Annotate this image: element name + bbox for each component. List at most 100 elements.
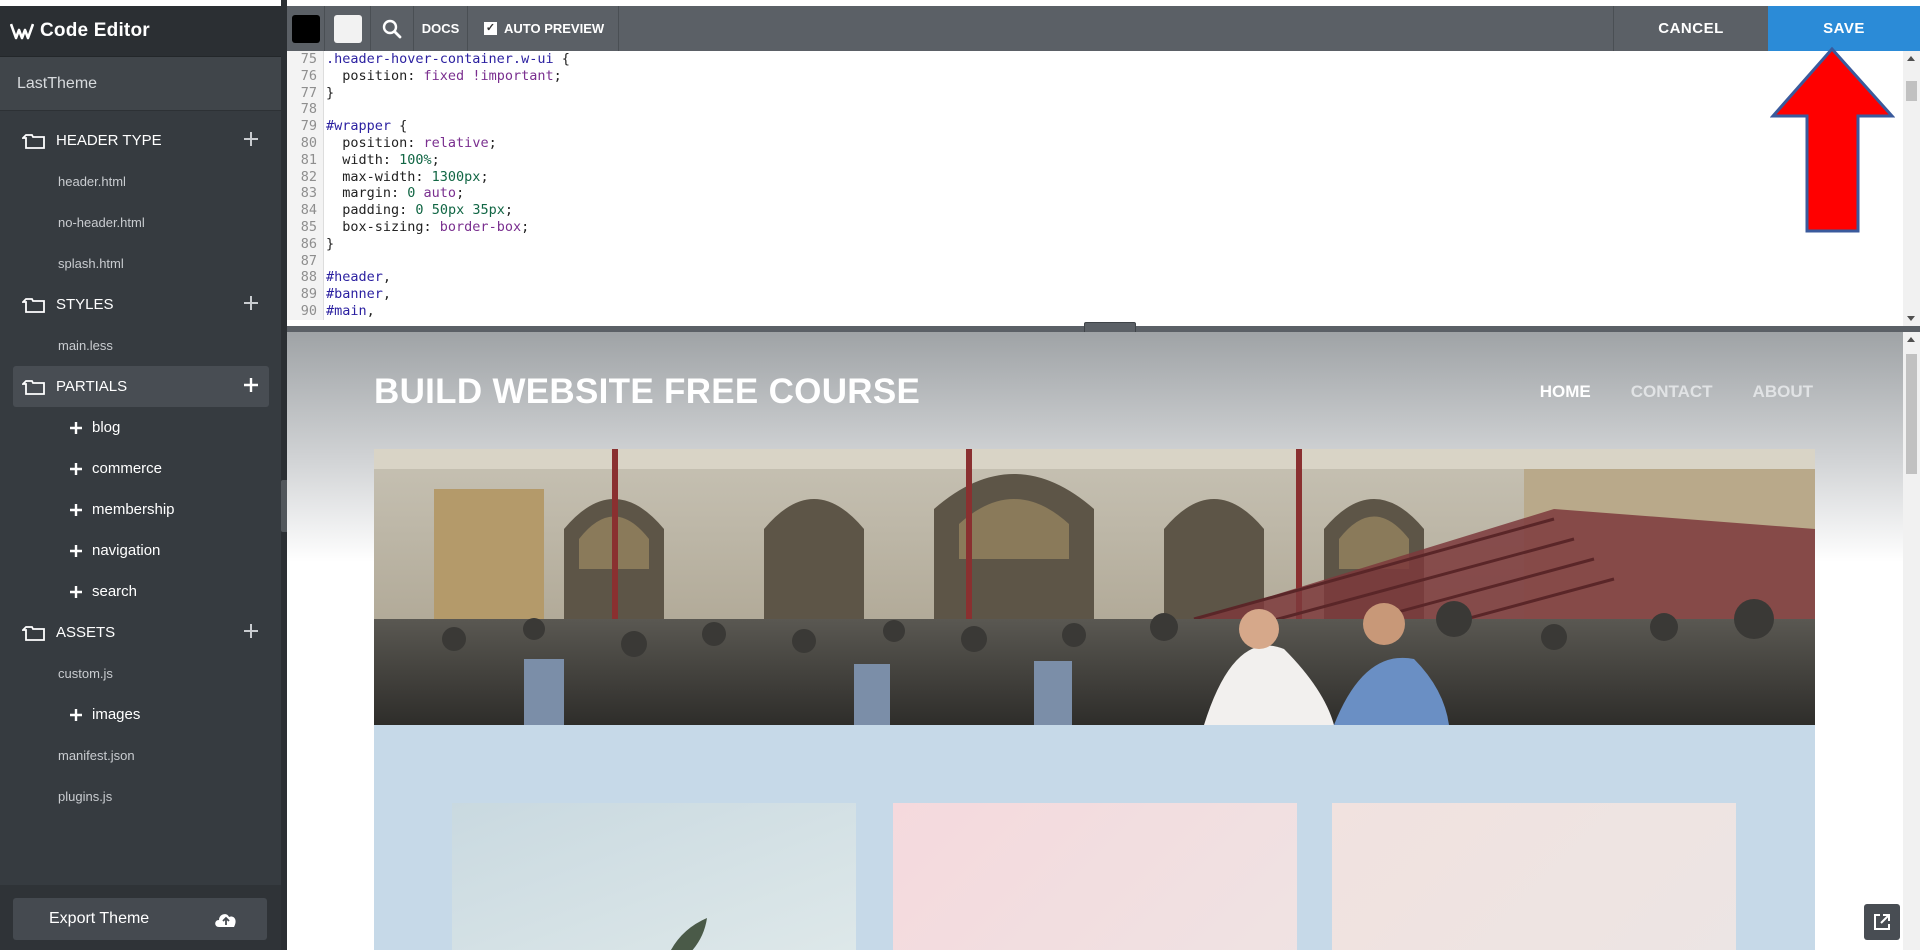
code-text[interactable]: #header, — [324, 269, 391, 286]
code-line[interactable]: 75 .header-hover-container.w-ui { — [287, 51, 570, 68]
file-item[interactable]: splash.html — [0, 243, 281, 284]
content-card[interactable] — [893, 803, 1297, 950]
code-editor-pane[interactable]: 75 .header-hover-container.w-ui {76 posit… — [287, 51, 1920, 326]
hero-image — [374, 449, 1815, 725]
light-theme-toggle[interactable] — [325, 6, 371, 51]
preview-scroll-thumb[interactable] — [1906, 354, 1917, 474]
code-text[interactable]: position: relative; — [324, 135, 496, 152]
folder-styles[interactable]: STYLES — [13, 284, 269, 325]
code-text[interactable]: #banner, — [324, 286, 391, 303]
code-line[interactable]: 90 #main, — [287, 302, 570, 320]
export-theme-button[interactable]: Export Theme — [13, 898, 267, 940]
add-file-icon[interactable] — [241, 293, 261, 313]
docs-button[interactable]: DOCS — [414, 6, 468, 51]
add-file-icon[interactable] — [241, 621, 261, 641]
file-item[interactable]: no-header.html — [0, 202, 281, 243]
subfolder-item[interactable]: membership — [0, 489, 281, 530]
code-scrollbar[interactable] — [1903, 51, 1920, 326]
code-scroll-thumb[interactable] — [1906, 81, 1917, 101]
cancel-button[interactable]: CANCEL — [1613, 6, 1768, 51]
save-button[interactable]: SAVE — [1768, 6, 1920, 51]
search-button[interactable] — [371, 6, 414, 51]
folder-label: STYLES — [56, 296, 114, 313]
subfolder-item[interactable]: navigation — [0, 530, 281, 571]
subfolder-label: membership — [92, 501, 175, 518]
code-text[interactable] — [324, 101, 334, 118]
code-line[interactable]: 87 — [287, 252, 570, 270]
code-text[interactable]: width: 100%; — [324, 152, 440, 169]
file-tree: HEADER TYPE header.html no-header.html s… — [0, 111, 281, 817]
code-text[interactable]: .header-hover-container.w-ui { — [324, 51, 570, 68]
code-text[interactable]: margin: 0 auto; — [324, 185, 464, 202]
code-lines[interactable]: 75 .header-hover-container.w-ui {76 posit… — [287, 51, 570, 320]
line-number: 86 — [287, 235, 324, 253]
code-line[interactable]: 83 margin: 0 auto; — [287, 185, 570, 203]
file-item[interactable]: header.html — [0, 161, 281, 202]
subfolder-item[interactable]: blog — [0, 407, 281, 448]
code-line[interactable]: 84 padding: 0 50px 35px; — [287, 202, 570, 219]
scroll-down-icon[interactable] — [1907, 316, 1915, 321]
auto-preview-toggle[interactable]: ✓ AUTO PREVIEW — [468, 6, 620, 51]
folder-partials[interactable]: PARTIALS — [13, 366, 269, 407]
folder-assets[interactable]: ASSETS — [13, 612, 269, 653]
subfolder-item[interactable]: search — [0, 571, 281, 612]
folder-header-type[interactable]: HEADER TYPE — [13, 120, 269, 161]
plant-leaf-image — [670, 918, 707, 950]
code-line[interactable]: 79 #wrapper { — [287, 118, 570, 135]
expand-plus-icon — [70, 503, 82, 516]
content-card[interactable] — [1332, 803, 1736, 950]
line-number: 77 — [287, 84, 324, 102]
auto-preview-checkbox[interactable]: ✓ — [484, 22, 497, 35]
folder-icon — [22, 625, 45, 641]
preview-scrollbar[interactable] — [1903, 332, 1920, 950]
code-text[interactable]: position: fixed !important; — [324, 68, 561, 85]
code-line[interactable]: 89 #banner, — [287, 286, 570, 303]
annotation-arrow-icon — [1770, 46, 1895, 233]
file-item[interactable]: custom.js — [0, 653, 281, 694]
subfolder-item[interactable]: commerce — [0, 448, 281, 489]
content-card[interactable] — [452, 803, 856, 950]
file-item[interactable]: main.less — [0, 325, 281, 366]
export-theme-label: Export Theme — [49, 910, 150, 927]
scroll-up-icon[interactable] — [1907, 56, 1915, 61]
code-text[interactable]: #main, — [324, 303, 375, 320]
expand-plus-icon — [70, 544, 82, 557]
sidebar: Code Editor LastTheme HEADER TYPE header… — [0, 0, 281, 950]
line-number: 79 — [287, 118, 324, 135]
code-line[interactable]: 82 max-width: 1300px; — [287, 168, 570, 186]
expand-plus-icon — [70, 462, 82, 475]
code-text[interactable]: } — [324, 85, 334, 102]
add-file-icon[interactable] — [241, 375, 261, 395]
nav-home-link[interactable]: HOME — [1540, 382, 1591, 402]
code-line[interactable]: 77} — [287, 84, 570, 102]
dark-swatch — [291, 14, 320, 43]
folder-icon — [22, 297, 45, 313]
code-line[interactable]: 81 width: 100%; — [287, 151, 570, 169]
scroll-up-icon[interactable] — [1907, 337, 1915, 342]
code-line[interactable]: 76 position: fixed !important; — [287, 67, 570, 85]
open-in-new-window-button[interactable] — [1864, 904, 1900, 940]
code-line[interactable]: 88 #header, — [287, 269, 570, 287]
code-text[interactable]: padding: 0 50px 35px; — [324, 202, 513, 219]
brand-title: Code Editor — [40, 20, 150, 41]
code-text[interactable]: } — [324, 236, 334, 253]
code-line[interactable]: 85 box-sizing: border-box; — [287, 218, 570, 236]
nav-contact-link[interactable]: CONTACT — [1631, 382, 1713, 402]
file-item[interactable]: manifest.json — [0, 735, 281, 776]
code-text[interactable]: max-width: 1300px; — [324, 169, 488, 186]
file-item[interactable]: plugins.js — [0, 776, 281, 817]
code-text[interactable]: #wrapper { — [324, 118, 407, 135]
code-text[interactable] — [324, 253, 334, 270]
site-title[interactable]: BUILD WEBSITE FREE COURSE — [374, 372, 920, 412]
add-file-icon[interactable] — [241, 129, 261, 149]
line-number: 82 — [287, 168, 324, 186]
line-number: 75 — [287, 51, 324, 68]
dark-theme-toggle[interactable] — [287, 6, 325, 51]
code-text[interactable]: box-sizing: border-box; — [324, 219, 529, 236]
code-line[interactable]: 86} — [287, 235, 570, 253]
code-line[interactable]: 80 position: relative; — [287, 134, 570, 152]
code-line[interactable]: 78 — [287, 101, 570, 119]
subfolder-item[interactable]: images — [0, 694, 281, 735]
subfolder-label: commerce — [92, 460, 163, 477]
nav-about-link[interactable]: ABOUT — [1753, 382, 1813, 402]
